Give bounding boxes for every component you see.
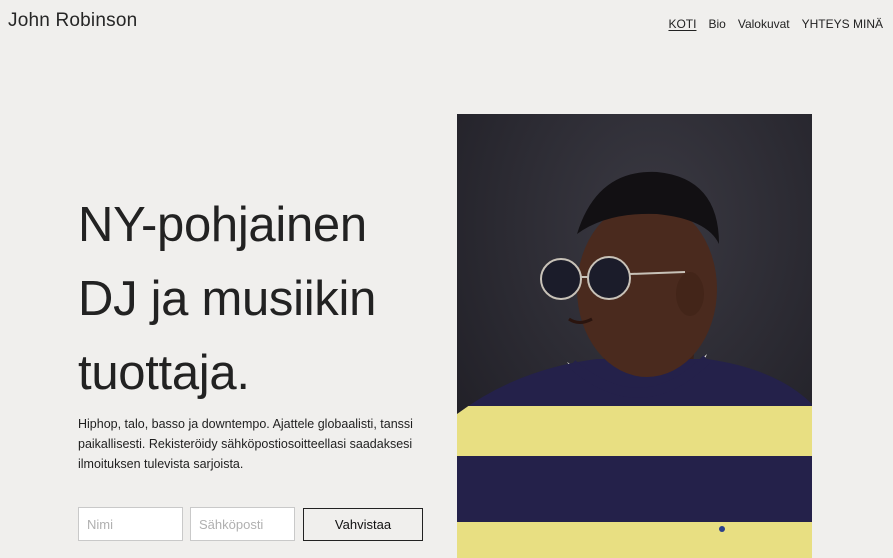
hero-heading-line: NY-pohjainen [78,198,367,252]
submit-button[interactable]: Vahvistaa [303,508,423,541]
email-field[interactable] [190,507,295,541]
hero-description: Hiphop, talo, basso ja downtempo. Ajatte… [78,417,413,471]
site-title[interactable]: John Robinson [8,10,137,32]
portrait-illustration [457,114,812,558]
nav-item-bio[interactable]: Bio [708,17,725,31]
main-nav: KOTI Bio Valokuvat YHTEYS MINÄ [668,17,883,31]
nav-item-koti[interactable]: KOTI [668,17,696,31]
nav-item-yhteys-mina[interactable]: YHTEYS MINÄ [802,17,883,31]
name-field[interactable] [78,507,183,541]
dj-portrait-photo [457,114,812,558]
hero-heading: NY-pohjainen DJ ja musiikin tuottaja. [78,188,438,410]
nav-item-valokuvat[interactable]: Valokuvat [738,17,790,31]
hero-heading-line: tuottaja. [78,346,250,400]
hero-heading-line: DJ ja musiikin [78,272,377,326]
